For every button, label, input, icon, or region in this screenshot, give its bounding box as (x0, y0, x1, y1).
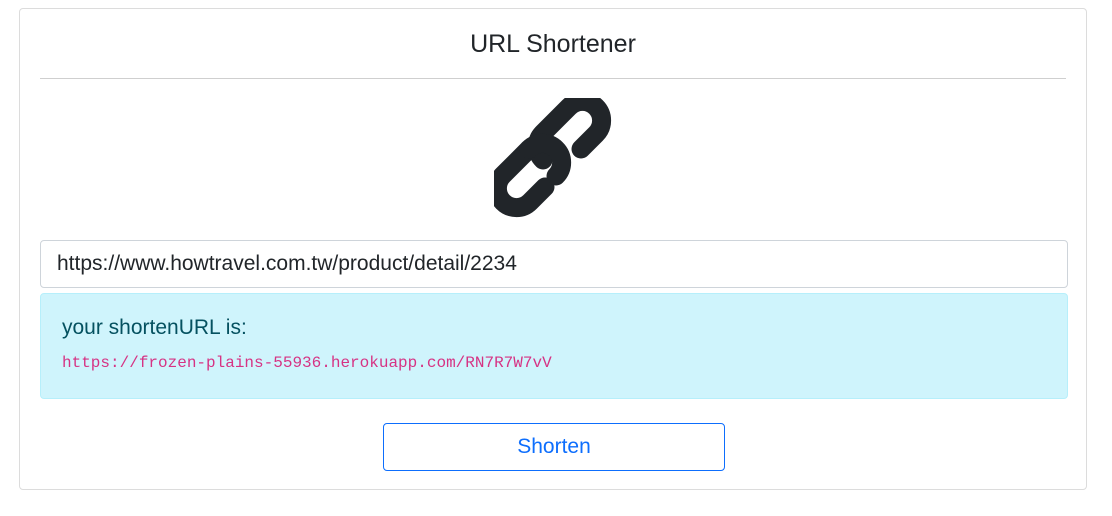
page-title: URL Shortener (470, 30, 636, 58)
result-alert: your shortenURL is: https://frozen-plain… (40, 293, 1068, 399)
url-input[interactable] (40, 240, 1068, 288)
result-label: your shortenURL is: (62, 316, 247, 339)
shortener-card: URL Shortener your shortenURL is: https:… (19, 8, 1087, 490)
shorten-button[interactable]: Shorten (383, 423, 725, 471)
short-url[interactable]: https://frozen-plains-55936.herokuapp.co… (62, 352, 552, 374)
link-icon (494, 98, 612, 218)
header-divider (40, 78, 1066, 79)
